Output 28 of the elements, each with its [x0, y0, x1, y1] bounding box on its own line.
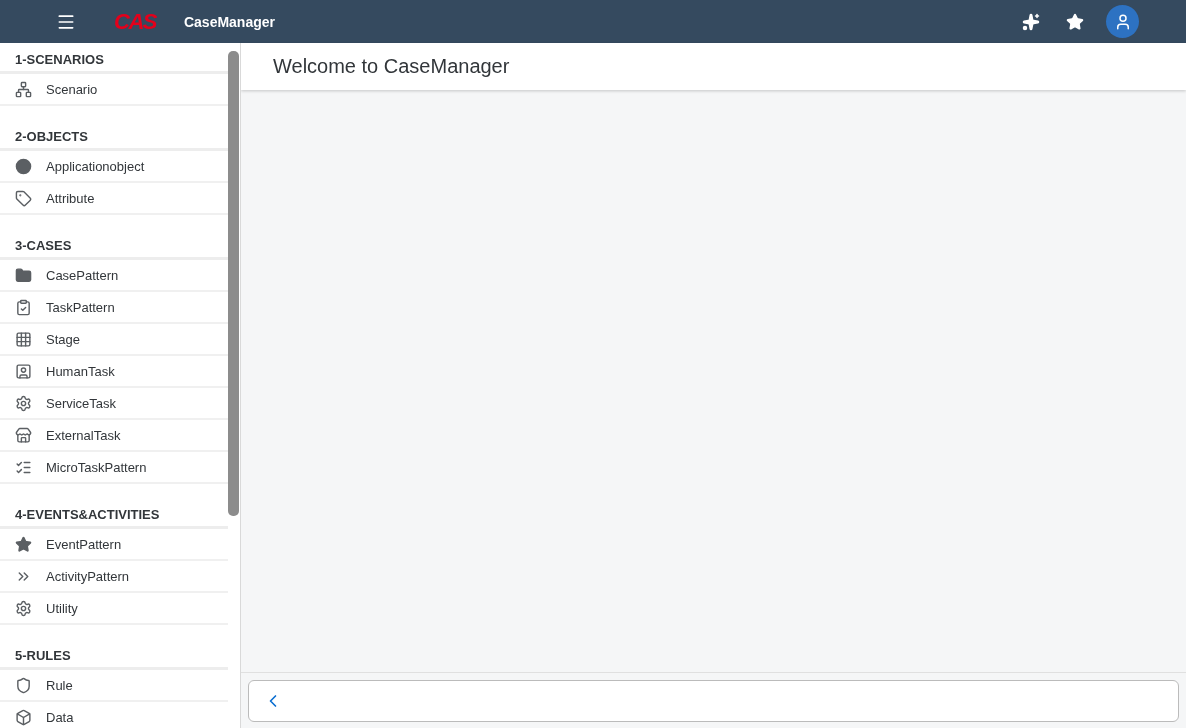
scrollbar[interactable]	[228, 51, 239, 516]
gear-icon	[15, 394, 32, 412]
tag-icon	[15, 189, 32, 207]
section-title: 5-RULES	[0, 639, 228, 670]
nav-item[interactable]: CasePattern	[0, 260, 228, 292]
page-title: Welcome to CaseManager	[273, 55, 510, 78]
store-icon	[15, 426, 32, 444]
nav-item[interactable]: EventPattern	[0, 529, 228, 561]
network-icon	[15, 80, 32, 98]
clipboard-icon	[15, 298, 32, 316]
user-avatar[interactable]	[1106, 5, 1139, 38]
nav-item[interactable]: Utility	[0, 593, 228, 625]
nav-item[interactable]: Applicationobject	[0, 151, 228, 183]
cube-icon	[15, 708, 32, 726]
star-icon	[15, 535, 32, 553]
app-title: CaseManager	[183, 13, 275, 30]
user-card-icon	[15, 362, 32, 380]
gear-icon	[15, 599, 32, 617]
shield-icon	[15, 676, 32, 694]
nav-item[interactable]: ActivityPattern	[0, 561, 228, 593]
nav-item[interactable]: Rule	[0, 670, 228, 702]
section-title: 4-EVENTS&ACTIVITIES	[0, 498, 228, 529]
folder-icon	[15, 266, 32, 284]
section-title: 1-SCENARIOS	[0, 43, 228, 74]
logo: CAS	[114, 8, 156, 35]
circle-icon	[15, 157, 32, 175]
nav-item[interactable]: Data	[0, 702, 228, 728]
grid-icon	[15, 330, 32, 348]
